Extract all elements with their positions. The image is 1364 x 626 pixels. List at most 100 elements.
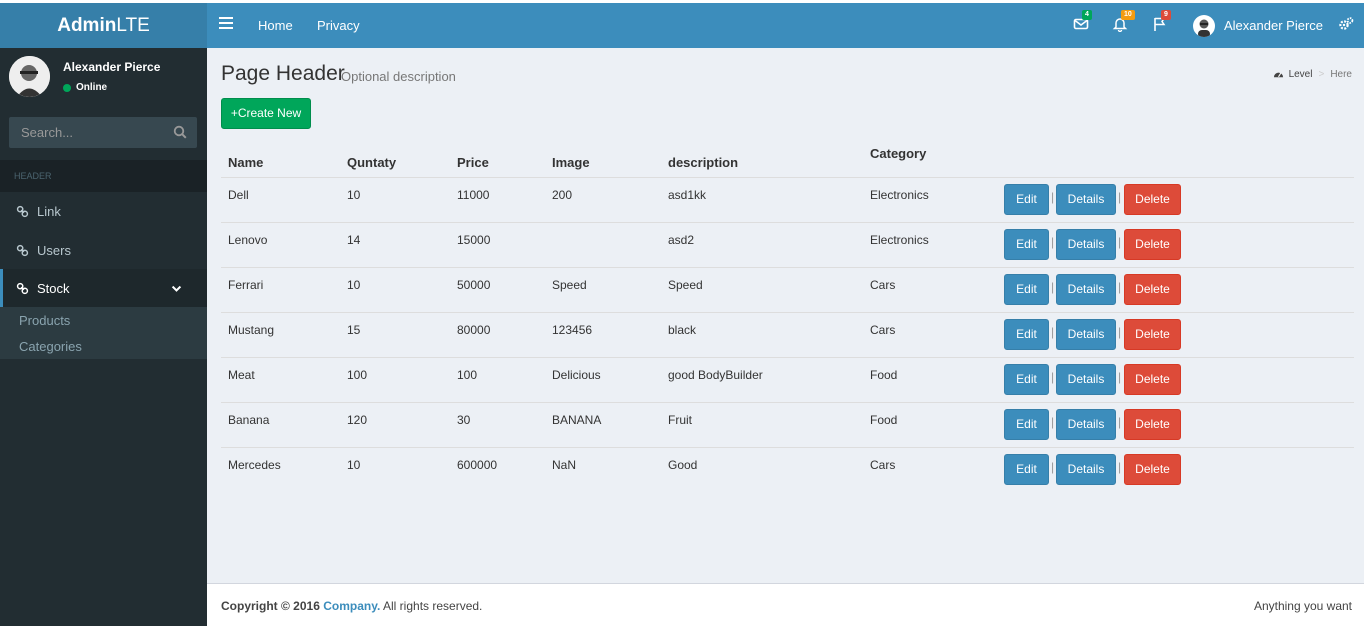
cell-image: NaN (552, 458, 577, 472)
tasks-menu[interactable]: 9 (1152, 10, 1171, 34)
action-separator: | (1051, 235, 1055, 249)
cell-name: Mustang (228, 323, 275, 337)
details-button[interactable]: Details (1056, 454, 1116, 485)
company-link[interactable]: Company. (323, 599, 380, 613)
cell-image: BANANA (552, 413, 602, 427)
sidebar-item-users[interactable]: Users (0, 231, 207, 269)
edit-button[interactable]: Edit (1004, 229, 1049, 260)
table-row: Mercedes 10 600000 NaN Good Cars Edit | Details |… (221, 448, 1354, 493)
cell-quantity: 14 (347, 233, 361, 247)
page-description: Optional description (341, 69, 456, 84)
sidebar-subitem-categories[interactable]: Categories (19, 339, 82, 354)
cell-description: good BodyBuilder (668, 368, 763, 382)
delete-button[interactable]: Delete (1124, 229, 1181, 260)
link-icon (16, 244, 29, 256)
search-icon[interactable] (173, 125, 187, 139)
action-separator: | (1051, 415, 1055, 429)
details-button[interactable]: Details (1056, 409, 1116, 440)
cell-quantity: 10 (347, 458, 361, 472)
sidebar-item-link[interactable]: Link (0, 192, 207, 230)
cell-description: Fruit (668, 413, 692, 427)
notifications-menu[interactable]: 10 (1112, 10, 1135, 34)
action-separator: | (1051, 190, 1055, 204)
action-separator: | (1051, 280, 1055, 294)
nav-link-home[interactable]: Home (258, 3, 293, 48)
cell-category: Food (870, 368, 898, 382)
edit-button[interactable]: Edit (1004, 184, 1049, 215)
action-separator: | (1051, 460, 1055, 474)
cell-quantity: 100 (347, 368, 368, 382)
cell-price: 80000 (457, 323, 491, 337)
user-status-label: Online (76, 82, 108, 93)
cell-name: Mercedes (228, 458, 281, 472)
cell-category: Food (870, 413, 898, 427)
table-row: Banana 120 30 BANANA Fruit Food Edit | Details | D… (221, 403, 1354, 448)
messages-badge: 4 (1082, 10, 1092, 20)
edit-button[interactable]: Edit (1004, 319, 1049, 350)
details-button[interactable]: Details (1056, 364, 1116, 395)
details-button[interactable]: Details (1056, 274, 1116, 305)
delete-button[interactable]: Delete (1124, 364, 1181, 395)
column-header-category: Category (870, 146, 927, 161)
logo-light: LTE (116, 15, 150, 36)
page-title: Page Header (221, 62, 345, 85)
edit-button[interactable]: Edit (1004, 409, 1049, 440)
search-input[interactable] (9, 117, 169, 148)
cell-quantity: 120 (347, 413, 368, 427)
edit-button[interactable]: Edit (1004, 454, 1049, 485)
sidebar-toggle-icon[interactable] (219, 17, 233, 29)
sidebar-item-label: Stock (37, 280, 70, 296)
cell-price: 600000 (457, 458, 498, 472)
cell-price: 50000 (457, 278, 491, 292)
sidebar: Alexander Pierce Online HEADER Link User… (0, 48, 207, 626)
sidebar-header: HEADER (0, 160, 207, 192)
sidebar-subitem-products[interactable]: Products (19, 313, 70, 328)
cell-category: Cars (870, 323, 896, 337)
action-separator: | (1051, 325, 1055, 339)
delete-button[interactable]: Delete (1124, 274, 1181, 305)
cell-price: 30 (457, 413, 471, 427)
app-logo[interactable]: AdminLTE (0, 3, 207, 48)
user-menu[interactable]: Alexander Pierce (1193, 3, 1323, 48)
action-separator: | (1051, 370, 1055, 384)
dashboard-icon (1273, 72, 1283, 78)
cell-image: Speed (552, 278, 587, 292)
cell-description: asd1kk (668, 188, 707, 202)
breadcrumb: Level > Here (1273, 69, 1352, 80)
sidebar-item-stock[interactable]: Stock (0, 269, 207, 307)
delete-button[interactable]: Delete (1124, 319, 1181, 350)
column-header-name: Name (228, 155, 264, 170)
navbar-user-name: Alexander Pierce (1224, 18, 1323, 33)
column-header-image: Image (552, 155, 590, 170)
delete-button[interactable]: Delete (1124, 454, 1181, 485)
action-separator: | (1118, 190, 1122, 204)
cell-quantity: 10 (347, 188, 361, 202)
chevron-down-icon (171, 285, 182, 292)
cell-image: 200 (552, 188, 573, 202)
avatar (1193, 14, 1215, 37)
copyright-text: Copyright © 2016 (221, 599, 320, 613)
create-new-button[interactable]: +Create New (221, 98, 311, 129)
cell-category: Electronics (870, 233, 929, 247)
delete-button[interactable]: Delete (1124, 184, 1181, 215)
table-row: Lenovo 14 15000 asd2 Electronics Edit | Details… (221, 223, 1354, 268)
cell-name: Ferrari (228, 278, 264, 292)
details-button[interactable]: Details (1056, 229, 1116, 260)
cell-quantity: 10 (347, 278, 361, 292)
cell-name: Dell (228, 188, 249, 202)
edit-button[interactable]: Edit (1004, 274, 1049, 305)
cell-name: Banana (228, 413, 270, 427)
action-separator: | (1118, 415, 1122, 429)
edit-button[interactable]: Edit (1004, 364, 1049, 395)
table-row: Dell 10 11000 200 asd1kk Electronics Edit | Deta… (221, 178, 1354, 223)
delete-button[interactable]: Delete (1124, 409, 1181, 440)
column-header-quantity: Quntaty (347, 155, 397, 170)
control-sidebar-toggle[interactable] (1338, 16, 1356, 34)
details-button[interactable]: Details (1056, 184, 1116, 215)
breadcrumb-level[interactable]: Level (1289, 69, 1313, 80)
nav-link-privacy[interactable]: Privacy (317, 3, 360, 48)
user-panel: Alexander Pierce Online (0, 48, 207, 108)
details-button[interactable]: Details (1056, 319, 1116, 350)
messages-menu[interactable]: 4 (1073, 10, 1092, 34)
action-separator: | (1118, 460, 1122, 474)
